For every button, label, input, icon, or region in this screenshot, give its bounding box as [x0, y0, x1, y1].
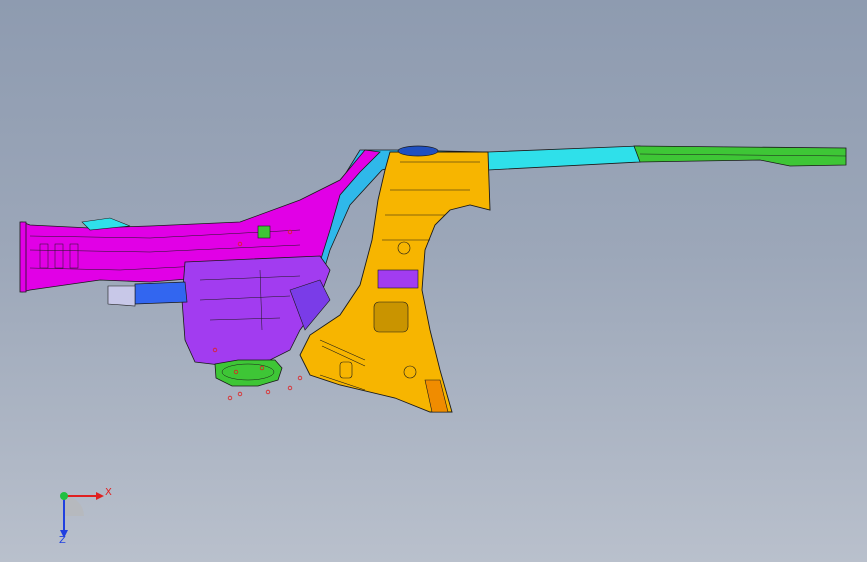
- coordinate-triad: X Z: [40, 478, 120, 548]
- x-axis-arrow-icon: [96, 492, 104, 500]
- y-axis-dot-icon: [60, 492, 68, 500]
- x-axis-label: X: [105, 487, 112, 498]
- z-axis-label: Z: [59, 535, 66, 546]
- 3d-viewport[interactable]: X Z: [0, 0, 867, 562]
- under-bracket-blue[interactable]: [134, 281, 188, 305]
- top-mount-cap[interactable]: [397, 145, 439, 157]
- car-body-rear-structure-model[interactable]: [0, 0, 867, 562]
- roof-rail-green[interactable]: [633, 145, 847, 167]
